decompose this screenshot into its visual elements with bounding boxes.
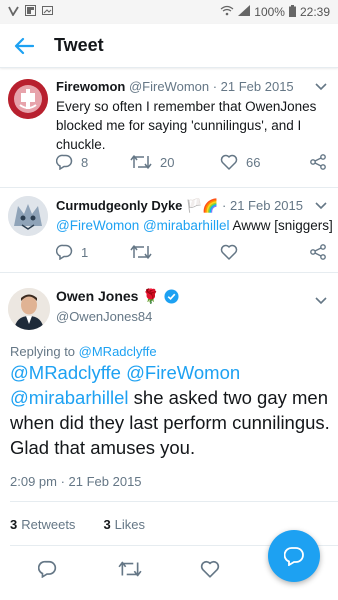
battery-icon: [288, 4, 296, 20]
tweet-curmudgeonly-dyke[interactable]: Curmudgeonly Dyke 🏳️🌈 · 21 Feb 2015 @Fir…: [0, 188, 338, 273]
reply-icon: [56, 154, 73, 170]
divider: [10, 501, 338, 502]
compose-reply-button[interactable]: [268, 530, 320, 582]
like-count: 66: [246, 154, 261, 170]
reply-count: 8: [81, 154, 89, 170]
retweet-icon: [130, 155, 152, 169]
retweets-stat[interactable]: 3 Retweets: [10, 517, 75, 532]
chevron-down-icon[interactable]: [314, 294, 328, 308]
retweet-button[interactable]: 20: [130, 154, 220, 170]
display-name[interactable]: Curmudgeonly Dyke: [56, 198, 182, 213]
likes-label: Likes: [114, 517, 146, 532]
retweets-num: 3: [10, 517, 18, 532]
likes-num: 3: [103, 517, 111, 532]
back-button[interactable]: [0, 24, 48, 68]
tweet-text: @FireWomon @mirabarhillel Awww [sniggers…: [56, 216, 333, 235]
signal-icon: [238, 5, 251, 19]
name-emoji: 🏳️🌈: [186, 198, 219, 213]
share-icon: [310, 154, 326, 170]
like-button[interactable]: [220, 244, 308, 260]
reply-button[interactable]: [37, 560, 57, 583]
chevron-down-icon[interactable]: [314, 80, 328, 94]
reply-button[interactable]: 8: [56, 154, 130, 170]
display-name[interactable]: Firewomon: [56, 79, 125, 94]
handle[interactable]: @OwenJones84: [56, 309, 152, 324]
share-icon: [310, 244, 326, 260]
retweet-button[interactable]: [118, 560, 142, 583]
retweet-icon: [118, 561, 142, 577]
chevron-down-icon[interactable]: [314, 199, 328, 213]
verified-badge-icon: [164, 289, 179, 307]
display-name[interactable]: Owen Jones: [56, 288, 138, 304]
focused-header: Owen Jones 🌹: [56, 288, 179, 307]
heart-icon: [220, 154, 238, 170]
avatar[interactable]: [8, 288, 50, 330]
mention-links[interactable]: @FireWomon @mirabarhillel: [56, 218, 229, 233]
replying-prefix: Replying to: [10, 344, 79, 359]
share-button[interactable]: [310, 154, 326, 170]
tweet-firewomon[interactable]: Firewomon @FireWomon · 21 Feb 2015 Every…: [0, 69, 338, 188]
tweet-actions: 1: [56, 242, 326, 262]
app-bar: Tweet: [0, 24, 338, 68]
heart-icon: [200, 561, 220, 578]
reply-icon: [37, 560, 57, 579]
likes-stat[interactable]: 3 Likes: [103, 517, 145, 532]
speech-bubble-icon: [284, 547, 304, 566]
heart-icon: [220, 244, 238, 260]
battery-level: 100%: [254, 5, 285, 19]
wifi-icon: [220, 5, 234, 19]
avatar[interactable]: [8, 79, 48, 119]
vine-icon: [8, 5, 19, 19]
flipboard-icon: [25, 5, 36, 19]
page-title: Tweet: [54, 35, 104, 55]
retweet-icon: [130, 245, 152, 259]
tweet-body-text: Awww [sniggers]: [229, 218, 333, 233]
name-emoji: 🌹: [142, 288, 160, 304]
status-bar: 100% 22:39: [0, 0, 338, 24]
tweet-text: Every so often I remember that OwenJones…: [56, 99, 317, 152]
share-button[interactable]: [310, 244, 326, 260]
replying-to: Replying to @MRadclyffe: [10, 344, 157, 359]
avatar[interactable]: [8, 196, 48, 236]
replying-to-link[interactable]: @MRadclyffe: [79, 344, 157, 359]
like-button[interactable]: 66: [220, 154, 308, 170]
clock: 22:39: [299, 5, 330, 19]
handle-date: @FireWomon · 21 Feb 2015: [128, 79, 294, 94]
focused-tweet-text: @MRadclyffe @FireWomon @mirabarhillel sh…: [10, 360, 332, 460]
like-button[interactable]: [200, 560, 220, 583]
reply-button[interactable]: 1: [56, 244, 130, 260]
retweets-label: Retweets: [21, 517, 76, 532]
engagement-stats: 3 Retweets 3 Likes: [10, 517, 145, 532]
tweet-header: Firewomon @FireWomon · 21 Feb 2015: [56, 79, 312, 94]
retweet-button[interactable]: [130, 244, 220, 260]
gallery-icon: [42, 5, 53, 19]
retweet-count: 20: [160, 154, 175, 170]
handle-date: · 21 Feb 2015: [222, 198, 303, 213]
reply-count: 1: [81, 244, 89, 260]
back-arrow-icon: [14, 37, 34, 54]
tweet-actions: 8 20 66: [56, 152, 326, 172]
tweet-header: Curmudgeonly Dyke 🏳️🌈 · 21 Feb 2015: [56, 198, 312, 214]
timestamp: 2:09 pm · 21 Feb 2015: [10, 474, 142, 489]
reply-icon: [56, 244, 73, 260]
